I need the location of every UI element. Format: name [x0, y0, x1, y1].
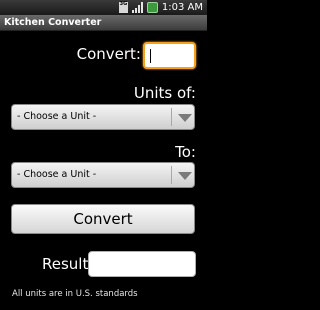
app-screen: 3G 1:03 AM Kitchen Converter Convert: Un…: [0, 0, 207, 310]
status-bar: 3G 1:03 AM: [0, 0, 207, 15]
result-field[interactable]: [88, 251, 196, 277]
from-unit-selected: - Choose a Unit -: [17, 111, 97, 122]
to-unit-dropdown[interactable]: - Choose a Unit -: [11, 162, 195, 188]
network-3g-icon: 3G: [118, 2, 128, 13]
to-unit-selected: - Choose a Unit -: [17, 169, 97, 180]
convert-button[interactable]: Convert: [11, 204, 195, 234]
battery-icon: [146, 2, 158, 13]
status-time: 1:03 AM: [161, 2, 203, 13]
units-of-label: Units of:: [133, 84, 196, 102]
from-unit-dropdown[interactable]: - Choose a Unit -: [11, 104, 195, 130]
dropdown-divider: [171, 166, 172, 184]
text-cursor: [150, 49, 151, 63]
convert-amount-input[interactable]: [143, 42, 196, 69]
app-title: Kitchen Converter: [0, 15, 207, 31]
result-label: Result:: [42, 255, 94, 273]
chevron-down-icon: [178, 172, 192, 180]
dropdown-divider: [171, 108, 172, 126]
units-standard-note: All units are in U.S. standards: [12, 289, 138, 299]
signal-strength-icon: [131, 2, 143, 13]
to-label: To:: [175, 143, 196, 161]
convert-label: Convert:: [76, 45, 141, 63]
chevron-down-icon: [178, 114, 192, 122]
